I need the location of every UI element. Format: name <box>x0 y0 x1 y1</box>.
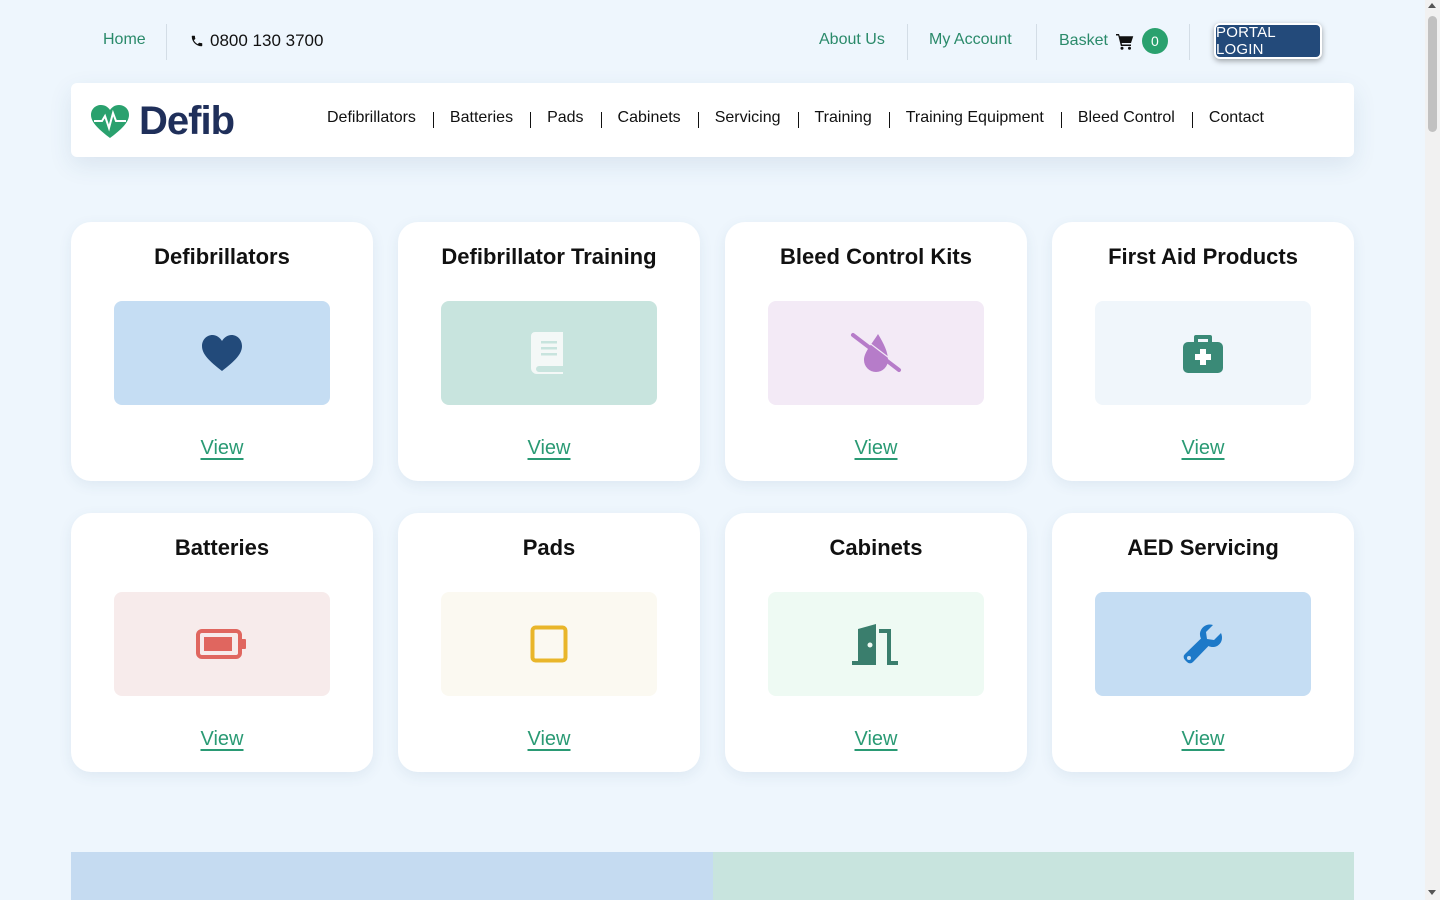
page-scrollbar[interactable] <box>1425 0 1440 900</box>
wrench-icon <box>1183 624 1223 664</box>
divider <box>1036 24 1037 60</box>
card-image <box>441 301 657 405</box>
view-link[interactable]: View <box>855 437 898 459</box>
card-title: Batteries <box>174 535 270 560</box>
category-card-defibrillator-training[interactable]: Defibrillator Training View <box>398 222 700 481</box>
card-image <box>768 592 984 696</box>
nav-bleed-control[interactable]: Bleed Control <box>1060 109 1192 128</box>
battery-icon <box>196 629 246 659</box>
heart-logo-icon <box>91 104 129 138</box>
cart-icon <box>1115 33 1134 50</box>
category-card-bleed-control-kits[interactable]: Bleed Control Kits View <box>725 222 1027 481</box>
scroll-thumb[interactable] <box>1428 16 1437 132</box>
view-link[interactable]: View <box>201 437 244 459</box>
nav-defibrillators[interactable]: Defibrillators <box>327 109 433 127</box>
basket-label: Basket <box>1059 32 1108 49</box>
medkit-icon <box>1183 335 1223 373</box>
nav-contact[interactable]: Contact <box>1191 109 1281 128</box>
main-header: Defib Defibrillators Batteries Pads Cabi… <box>71 83 1354 157</box>
heart-icon <box>202 335 242 371</box>
category-card-batteries[interactable]: Batteries View <box>71 513 373 772</box>
view-link[interactable]: View <box>201 728 244 750</box>
card-image <box>1095 301 1311 405</box>
card-image <box>114 301 330 405</box>
book-icon <box>531 332 563 374</box>
view-link[interactable]: View <box>1182 437 1225 459</box>
card-image <box>768 301 984 405</box>
card-image <box>114 592 330 696</box>
nav-pads[interactable]: Pads <box>530 109 600 128</box>
category-card-aed-servicing[interactable]: AED Servicing View <box>1052 513 1354 772</box>
logo[interactable]: Defib <box>91 99 235 144</box>
category-card-cabinets[interactable]: Cabinets View <box>725 513 1027 772</box>
logo-text: Defib <box>139 99 235 143</box>
view-link[interactable]: View <box>855 728 898 750</box>
divider <box>907 24 908 60</box>
phone-number[interactable]: 0800 130 3700 <box>190 31 323 51</box>
my-account-link[interactable]: My Account <box>929 31 1012 49</box>
square-icon <box>530 625 568 663</box>
phone-text: 0800 130 3700 <box>210 31 324 50</box>
top-bar: Home 0800 130 3700 About Us My Account B… <box>0 0 1425 84</box>
card-title: Pads <box>522 535 576 560</box>
card-title: Defibrillator Training <box>441 244 657 269</box>
nav-servicing[interactable]: Servicing <box>697 109 798 128</box>
category-card-defibrillators[interactable]: Defibrillators View <box>71 222 373 481</box>
about-us-link[interactable]: About Us <box>819 31 885 49</box>
scroll-up-icon[interactable] <box>1428 3 1436 8</box>
card-image <box>1095 592 1311 696</box>
basket-count-badge: 0 <box>1141 28 1168 54</box>
view-link[interactable]: View <box>528 437 571 459</box>
category-card-first-aid-products[interactable]: First Aid Products View <box>1052 222 1354 481</box>
category-card-pads[interactable]: Pads View <box>398 513 700 772</box>
card-image <box>441 592 657 696</box>
nav-batteries[interactable]: Batteries <box>432 109 530 128</box>
promo-banner-left <box>71 852 713 900</box>
card-title: First Aid Products <box>1108 244 1298 269</box>
card-title: AED Servicing <box>1127 535 1279 560</box>
basket-link[interactable]: Basket 0 <box>1059 28 1168 54</box>
card-title: Bleed Control Kits <box>780 244 972 269</box>
view-link[interactable]: View <box>1182 728 1225 750</box>
portal-login-button[interactable]: PORTAL LOGIN <box>1214 23 1322 59</box>
nav-training-equipment[interactable]: Training Equipment <box>888 109 1061 128</box>
view-link[interactable]: View <box>528 728 571 750</box>
main-nav: Defibrillators Batteries Pads Cabinets S… <box>327 109 1281 128</box>
divider <box>1189 24 1190 60</box>
divider <box>166 24 167 60</box>
home-link[interactable]: Home <box>103 31 146 49</box>
scroll-down-icon[interactable] <box>1428 890 1436 895</box>
promo-banner-right <box>713 852 1354 900</box>
phone-icon <box>191 35 203 47</box>
nav-cabinets[interactable]: Cabinets <box>600 109 698 128</box>
card-title: Defibrillators <box>154 244 290 269</box>
droplet-slash-icon <box>851 332 902 372</box>
nav-training[interactable]: Training <box>797 109 889 128</box>
card-title: Cabinets <box>829 535 923 560</box>
door-icon <box>852 624 898 665</box>
